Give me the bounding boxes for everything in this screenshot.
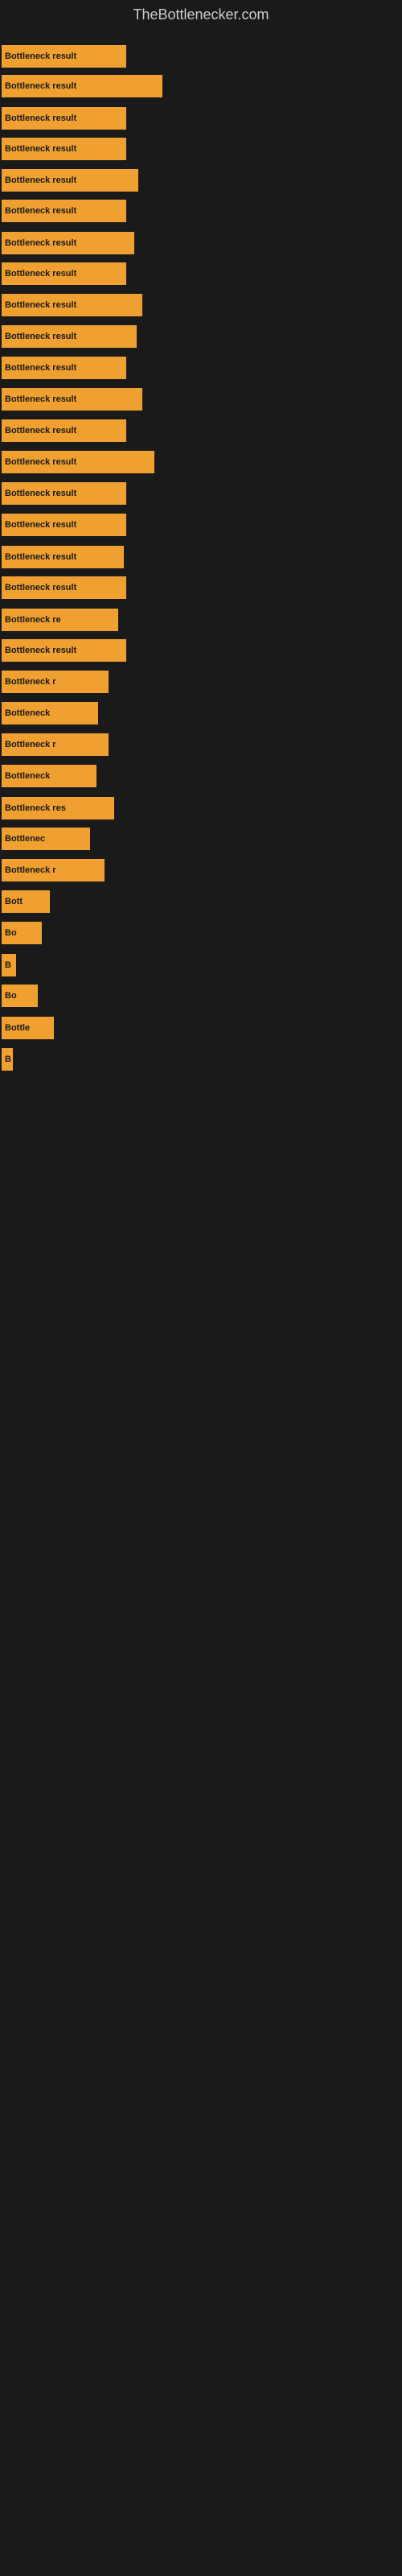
bottleneck-bar: Bottleneck result [2, 388, 142, 411]
site-title: TheBottlenecker.com [0, 0, 402, 27]
bottleneck-label: Bottleneck result [5, 144, 76, 154]
bottleneck-label: Bottleneck result [5, 646, 76, 655]
bottleneck-bar: Bottleneck result [2, 546, 124, 568]
bottleneck-bar: Bottleneck r [2, 671, 109, 693]
bottleneck-label: Bottleneck result [5, 206, 76, 216]
bottleneck-bar: Bottleneck result [2, 325, 137, 348]
bottleneck-label: Bottleneck result [5, 238, 76, 248]
bottleneck-label: Bottleneck re [5, 615, 61, 625]
bottleneck-label: Bottleneck result [5, 332, 76, 341]
bottleneck-bar: Bottleneck result [2, 482, 126, 505]
bottleneck-label: Bottleneck result [5, 363, 76, 373]
bottleneck-label: Bottleneck r [5, 677, 56, 687]
bottleneck-bar: Bo [2, 922, 42, 944]
bottleneck-bar: Bottleneck result [2, 262, 126, 285]
bottleneck-bar: Bottleneck result [2, 45, 126, 68]
bottleneck-bar: Bottleneck result [2, 576, 126, 599]
bottleneck-bar: B [2, 954, 16, 976]
bottleneck-label: Bottleneck result [5, 52, 76, 61]
bottleneck-bar: Bottleneck result [2, 514, 126, 536]
bottleneck-label: Bottleneck result [5, 114, 76, 123]
bottleneck-label: Bottleneck result [5, 552, 76, 562]
bottleneck-bar: Bottleneck re [2, 609, 118, 631]
bottleneck-label: B [5, 960, 11, 970]
bottleneck-label: Bottlenec [5, 834, 45, 844]
bottleneck-bar: Bottleneck result [2, 639, 126, 662]
bottleneck-label: Bo [5, 928, 17, 938]
bottleneck-bar: Bottleneck result [2, 357, 126, 379]
bottleneck-bar: B [2, 1048, 13, 1071]
bottleneck-label: Bott [5, 897, 23, 906]
bottleneck-label: Bottleneck res [5, 803, 66, 813]
bottleneck-label: Bottleneck [5, 708, 50, 718]
bottleneck-label: Bottleneck result [5, 269, 76, 279]
chart-area: Bottleneck result Bottleneck result Bottle… [0, 31, 402, 2566]
bottleneck-bar: Bottleneck result [2, 107, 126, 130]
bottleneck-bar: Bottlenec [2, 828, 90, 850]
bottleneck-label: Bottleneck r [5, 865, 56, 875]
bottleneck-bar: Bott [2, 890, 50, 913]
bottleneck-bar: Bottleneck [2, 765, 96, 787]
bottleneck-bar: Bottleneck result [2, 232, 134, 254]
bottleneck-label: Bottleneck result [5, 81, 76, 91]
bottleneck-label: Bottleneck r [5, 740, 56, 749]
bottleneck-bar: Bottleneck [2, 702, 98, 724]
bottleneck-bar: Bottleneck result [2, 200, 126, 222]
bottleneck-bar: Bottleneck result [2, 75, 162, 97]
bottleneck-bar: Bottleneck result [2, 451, 154, 473]
bottleneck-label: Bottleneck result [5, 394, 76, 404]
bottleneck-label: Bottleneck result [5, 426, 76, 436]
bottleneck-label: Bottleneck result [5, 457, 76, 467]
bottleneck-label: Bottleneck result [5, 489, 76, 498]
bottleneck-label: Bottleneck [5, 771, 50, 781]
bottleneck-label: Bottleneck result [5, 175, 76, 185]
bottleneck-bar: Bo [2, 985, 38, 1007]
bottleneck-bar: Bottleneck r [2, 733, 109, 756]
bottleneck-label: Bottleneck result [5, 520, 76, 530]
bottleneck-label: Bo [5, 991, 17, 1001]
bottleneck-bar: Bottleneck result [2, 419, 126, 442]
bottleneck-label: B [5, 1055, 11, 1064]
bottleneck-label: Bottle [5, 1023, 30, 1033]
bottleneck-bar: Bottleneck result [2, 138, 126, 160]
bottleneck-bar: Bottle [2, 1017, 54, 1039]
bottleneck-bar: Bottleneck result [2, 294, 142, 316]
bottleneck-bar: Bottleneck result [2, 169, 138, 192]
bottleneck-bar: Bottleneck r [2, 859, 105, 881]
bottleneck-label: Bottleneck result [5, 583, 76, 592]
bottleneck-bar: Bottleneck res [2, 797, 114, 819]
bottleneck-label: Bottleneck result [5, 300, 76, 310]
